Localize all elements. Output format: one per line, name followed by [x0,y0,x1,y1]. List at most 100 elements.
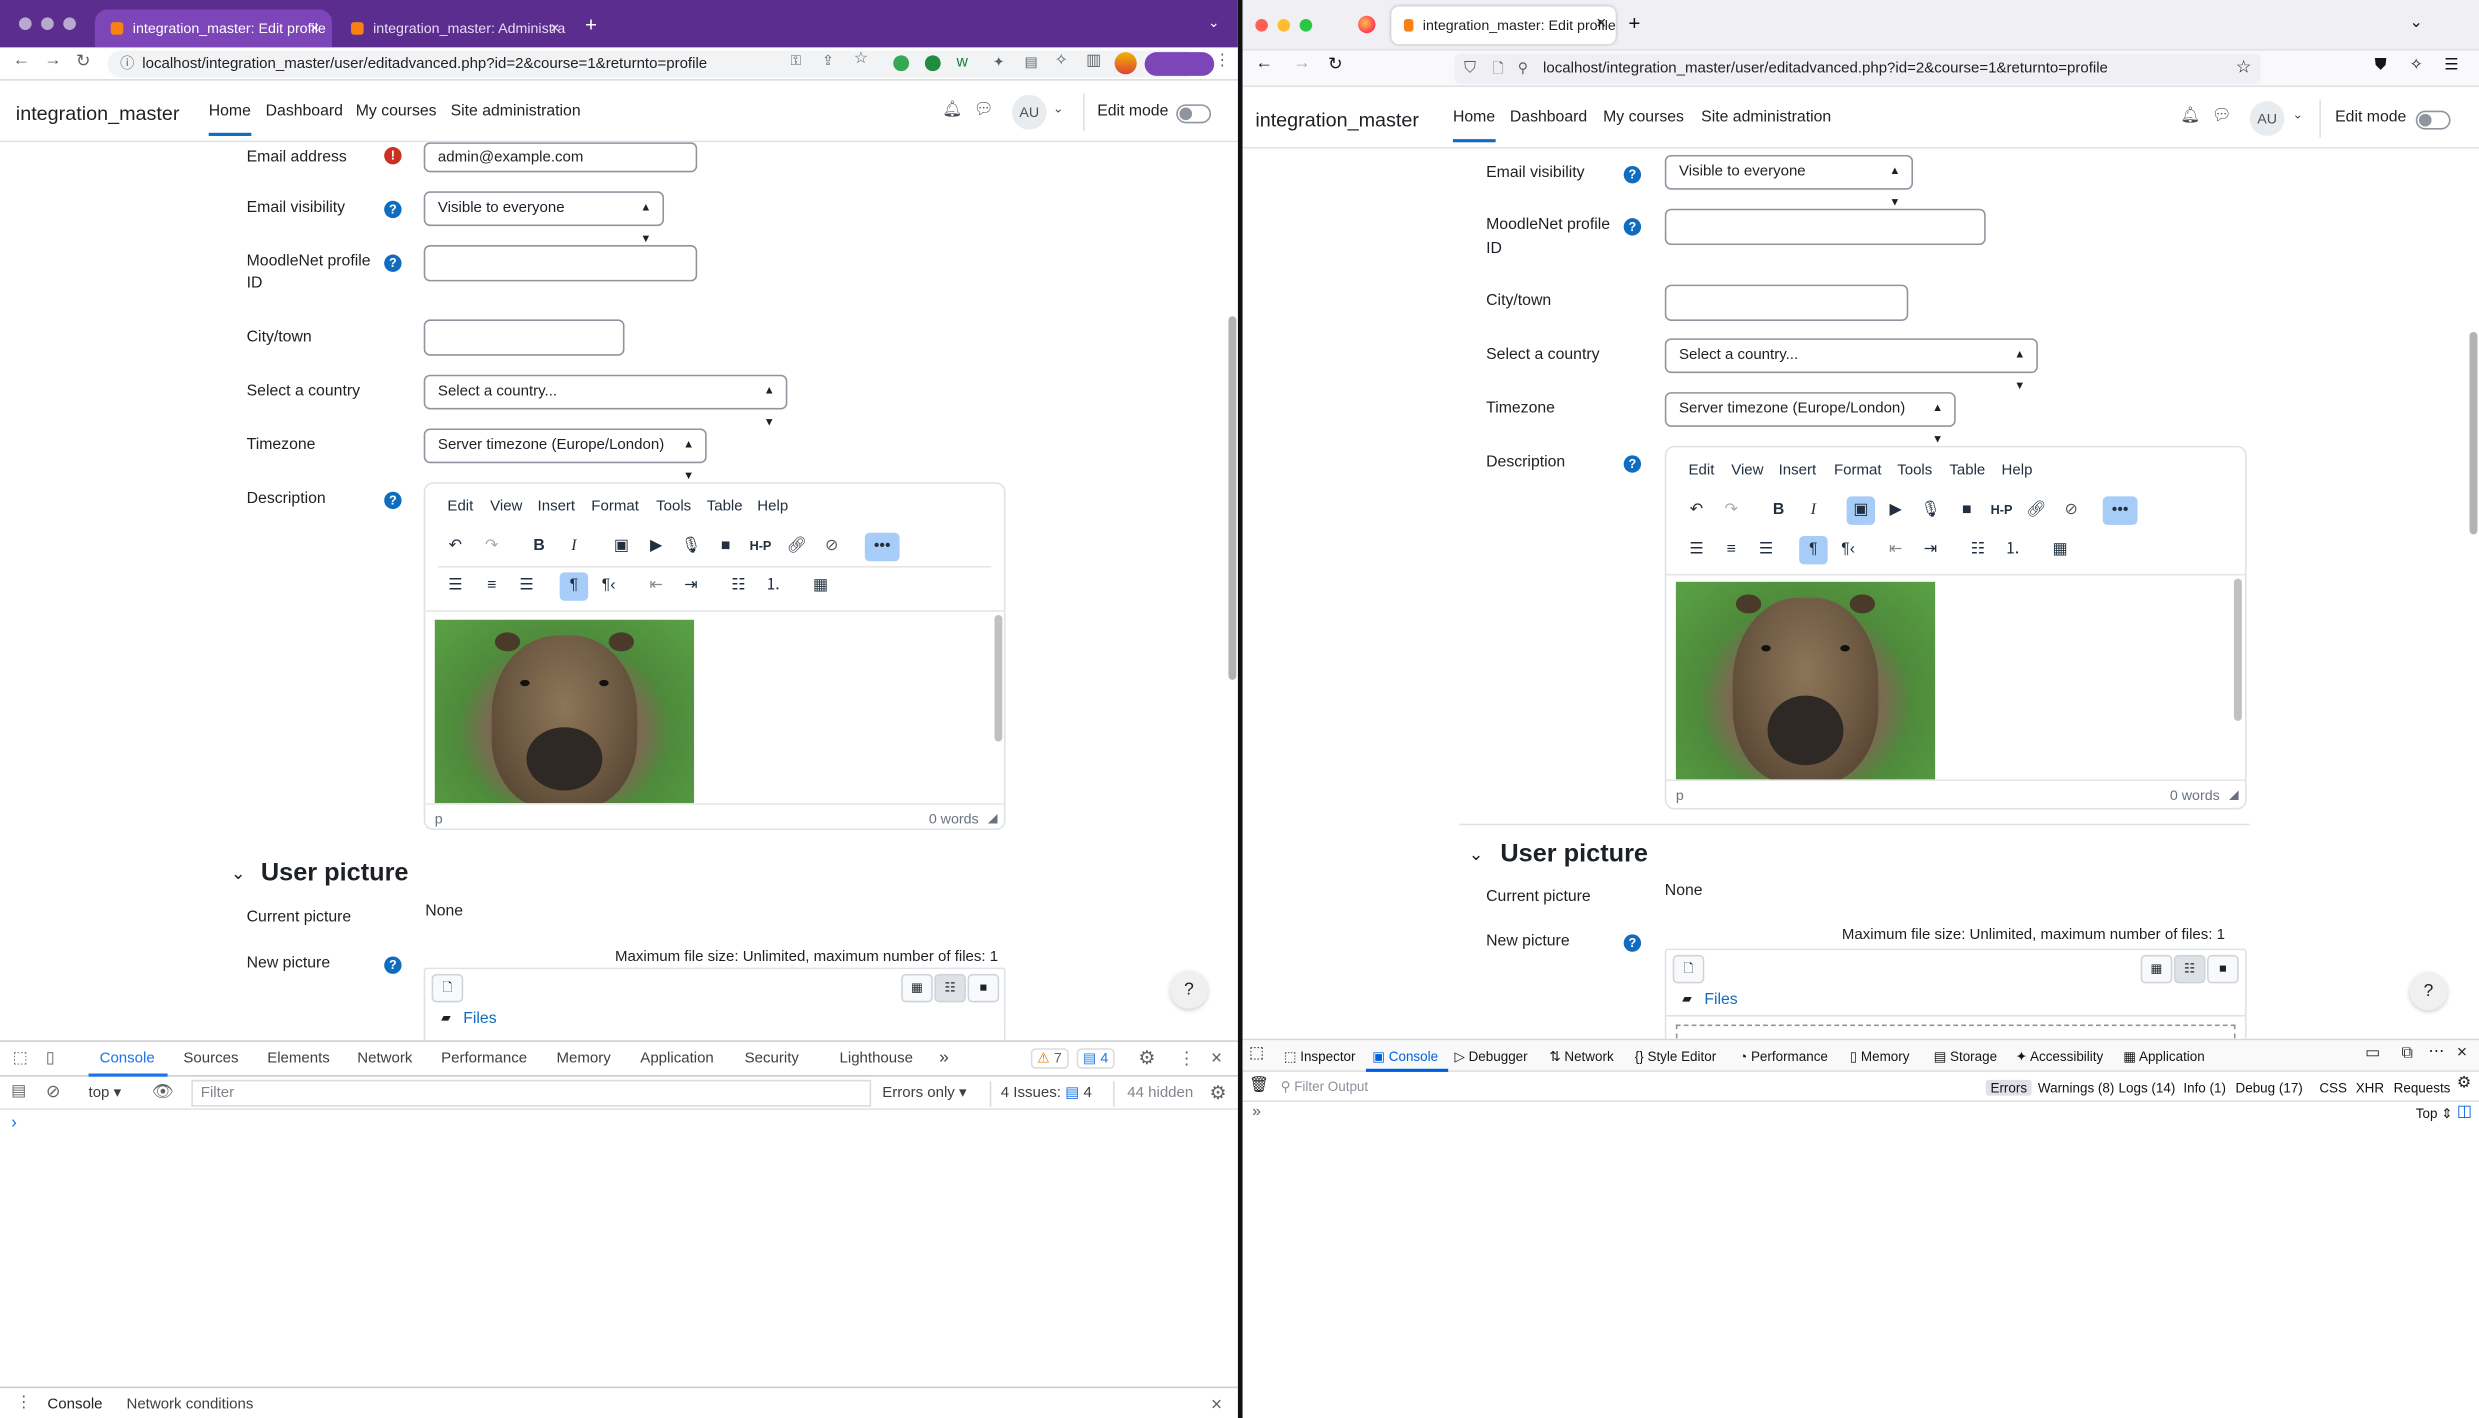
grid-view-icon[interactable]: ▦ [2140,954,2173,984]
trash-clear-icon[interactable]: 🗑︎ [1249,1077,1269,1094]
key-icon[interactable]: ⚿ [791,52,802,69]
dock-options-icon[interactable]: ⧉ [2402,1045,2413,1062]
editor-menu-view[interactable]: View [490,498,522,515]
console-settings-gear-icon[interactable]: ⚙ [2457,1075,2471,1092]
settings-gear-icon[interactable]: ⚙ [1138,1047,1155,1069]
nav-my-courses[interactable]: My courses [356,103,437,120]
outdent-icon[interactable]: ⇤ [642,572,670,600]
close-devtools-icon[interactable]: × [2457,1043,2467,1062]
folder-view-icon[interactable]: ■ [2207,954,2239,984]
nav-home[interactable]: Home [1452,109,1496,143]
firefox-address-bar[interactable]: ⛉ 🗋︎ ⚲ localhost/integration_master/user… [1454,53,2261,84]
close-tab-icon[interactable]: × [1596,14,1606,33]
help-icon[interactable]: ? [1623,455,1642,473]
moodlenet-field[interactable] [1664,208,1986,246]
element-path[interactable]: p [1676,787,1684,803]
ltr-icon[interactable]: ¶ [559,572,589,601]
edit-mode-toggle[interactable] [1176,104,1212,124]
grid-view-icon[interactable]: ▦ [901,973,933,1003]
link-icon[interactable]: 🔗︎ [2022,496,2050,524]
console-prompt[interactable]: › [11,1113,17,1132]
more-toolbar-icon[interactable]: ••• [2102,496,2138,525]
editor-menu-help[interactable]: Help [2002,462,2033,479]
bold-icon[interactable]: B [1764,496,1792,524]
page-scrollbar[interactable] [1228,316,1237,680]
close-devtools-icon[interactable]: × [1211,1047,1222,1069]
undo-icon[interactable]: ↶ [441,533,469,561]
word-count[interactable]: 0 words [929,811,979,827]
page-help-button[interactable]: ? [2409,972,2448,1011]
site-info-icon[interactable]: ⓘ [120,51,134,78]
bold-icon[interactable]: B [525,533,553,561]
help-icon[interactable]: ? [384,200,402,219]
record-video-icon[interactable]: ■ [1953,496,1981,524]
user-avatar[interactable]: AU [1011,94,1047,130]
italic-icon[interactable]: I [560,533,588,561]
email-field[interactable]: admin@example.com [423,142,698,173]
filter-requests[interactable]: Requests [2394,1080,2451,1096]
bookmark-star-icon[interactable]: ☆ [2236,54,2252,84]
app-menu-icon[interactable]: ☰ [2444,57,2458,74]
city-field[interactable] [1664,284,1909,321]
country-select[interactable]: Select a country... ▲ ▼ [423,374,788,428]
add-file-icon[interactable]: 🗋︎ [431,973,464,1003]
devtools-tab-elements[interactable]: Elements [267,1050,330,1067]
h5p-icon[interactable]: H-P [1987,496,2015,524]
city-field[interactable] [423,319,625,356]
collapse-chevron-icon[interactable]: ⌄ [1469,844,1484,865]
zoom-window-dot[interactable] [63,17,76,31]
page-icon[interactable]: 🗋︎ [1492,54,1503,84]
indent-icon[interactable]: ⇥ [1916,536,1944,564]
console-prompt[interactable]: » [1252,1104,1261,1121]
extension-icon[interactable]: ▤ [1024,54,1037,71]
minimize-window-dot[interactable] [1277,18,1291,32]
chrome-menu-icon[interactable]: ⋮ [1214,52,1230,69]
devtools-tab-performance[interactable]: ◔ Performance [1739,1048,1828,1064]
element-path[interactable]: p [435,811,443,827]
pick-element-icon[interactable]: ⬚ [1249,1045,1264,1062]
extension-w-icon[interactable]: w [957,54,968,71]
context-selector[interactable]: Top ⇕ [2416,1105,2453,1122]
zoom-window-dot[interactable] [1299,18,1313,32]
devtools-tab-application[interactable]: Application [640,1050,713,1067]
table-icon[interactable]: ▦ [2046,536,2074,564]
unlink-icon[interactable]: ⊘ [817,533,845,561]
log-levels-dropdown[interactable]: Errors only ▾ [882,1085,966,1102]
moodlenet-field[interactable] [423,245,698,282]
warnings-badge[interactable]: ⚠ 7 [1030,1048,1069,1069]
align-right-icon[interactable]: ☰ [512,572,540,600]
record-video-icon[interactable]: ■ [711,533,739,561]
help-icon[interactable]: ? [1623,934,1642,952]
chrome-tab-administration[interactable]: integration_master: Administra × [335,9,572,47]
filter-info[interactable]: Info (1) [2183,1080,2226,1096]
editor-menu-format[interactable]: Format [591,498,639,515]
redo-icon[interactable]: ↷ [1717,496,1745,524]
page-help-button[interactable]: ? [1169,970,1208,1009]
align-left-icon[interactable]: ☰ [1682,536,1710,564]
devtools-tab-network[interactable]: Network [357,1050,412,1067]
ltr-icon[interactable]: ¶ [1799,535,1828,565]
unlink-icon[interactable]: ⊘ [2057,496,2085,524]
image-icon[interactable]: ▣ [607,533,635,561]
close-window-dot[interactable] [18,17,32,31]
editor-content-area[interactable] [1666,573,2246,780]
nav-site-administration[interactable]: Site administration [1701,109,1831,126]
link-icon[interactable]: 🔗︎ [783,533,811,561]
drop-zone[interactable] [1675,1024,2236,1039]
devtools-tab-sources[interactable]: Sources [183,1050,238,1067]
resize-handle-icon[interactable]: ◢ [2229,787,2239,801]
editor-menu-help[interactable]: Help [757,498,788,515]
firefox-view-icon[interactable] [1358,15,1376,34]
devtools-tab-performance[interactable]: Performance [441,1050,527,1067]
editor-mode-icon[interactable]: ◫ [2457,1104,2472,1121]
numbered-list-icon[interactable]: ⒈ [759,572,787,600]
nav-home[interactable]: Home [208,103,251,136]
files-folder-link[interactable]: Files [1704,991,1737,1008]
editor-menu-table[interactable]: Table [1949,462,1985,479]
bullet-list-icon[interactable]: ☷ [1964,536,1992,564]
sidebar-toggle-icon[interactable]: ▤ [11,1083,26,1100]
back-arrow-icon[interactable]: ← [1255,54,1272,73]
extensions-icon[interactable]: ✧ [2409,57,2422,74]
help-icon[interactable]: ? [384,956,402,974]
editor-menu-tools[interactable]: Tools [1897,462,1932,479]
